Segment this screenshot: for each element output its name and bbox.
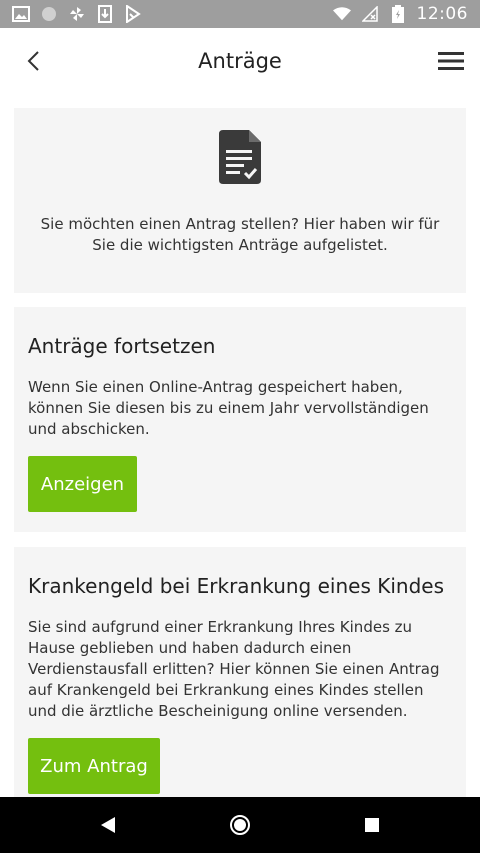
card-title: Anträge fortsetzen bbox=[28, 334, 216, 358]
continue-applications-card: Anträge fortsetzen Wenn Sie einen Online… bbox=[14, 307, 466, 532]
status-left-icons bbox=[12, 5, 142, 23]
nav-recents-icon bbox=[365, 818, 379, 832]
sim-download-icon bbox=[96, 5, 114, 23]
play-store-icon bbox=[124, 5, 142, 23]
card-body: Sie sind aufgrund einer Erkrankung Ihres… bbox=[28, 618, 440, 720]
card-title: Krankengeld bei Erkrankung eines Kindes bbox=[28, 574, 444, 598]
card-body: Wenn Sie einen Online-Antrag gespeichert… bbox=[28, 378, 429, 438]
nav-home-button[interactable] bbox=[220, 805, 260, 845]
no-signal-icon bbox=[361, 5, 379, 23]
nav-back-button[interactable] bbox=[88, 805, 128, 845]
nav-home-icon bbox=[230, 815, 250, 835]
status-right-icons: 12:06 bbox=[332, 4, 469, 24]
gallery-icon bbox=[12, 5, 30, 23]
menu-button[interactable] bbox=[436, 46, 466, 76]
app-bar: Anträge bbox=[0, 28, 480, 94]
intro-card: Sie möchten einen Antrag stellen? Hier h… bbox=[14, 108, 466, 293]
document-check-icon bbox=[219, 130, 261, 184]
sick-child-benefit-card: Krankengeld bei Erkrankung eines Kindes … bbox=[14, 547, 466, 797]
intro-text: Sie möchten einen Antrag stellen? Hier h… bbox=[40, 215, 440, 254]
battery-icon bbox=[389, 5, 407, 23]
hamburger-menu-icon bbox=[438, 52, 464, 70]
to-application-button[interactable]: Zum Antrag bbox=[28, 738, 160, 794]
show-button[interactable]: Anzeigen bbox=[28, 456, 137, 512]
nav-recents-button[interactable] bbox=[352, 805, 392, 845]
system-nav-bar bbox=[0, 797, 480, 853]
content-scroll[interactable]: Sie möchten einen Antrag stellen? Hier h… bbox=[0, 94, 480, 797]
circle-icon bbox=[40, 5, 58, 23]
back-button[interactable] bbox=[18, 46, 48, 76]
nav-back-icon bbox=[101, 817, 115, 833]
status-time: 12:06 bbox=[416, 4, 468, 24]
status-bar: 12:06 bbox=[0, 0, 480, 28]
chevron-left-icon bbox=[27, 51, 39, 71]
fan-icon bbox=[68, 5, 86, 23]
page-title: Anträge bbox=[198, 49, 282, 73]
wifi-icon bbox=[332, 5, 351, 23]
